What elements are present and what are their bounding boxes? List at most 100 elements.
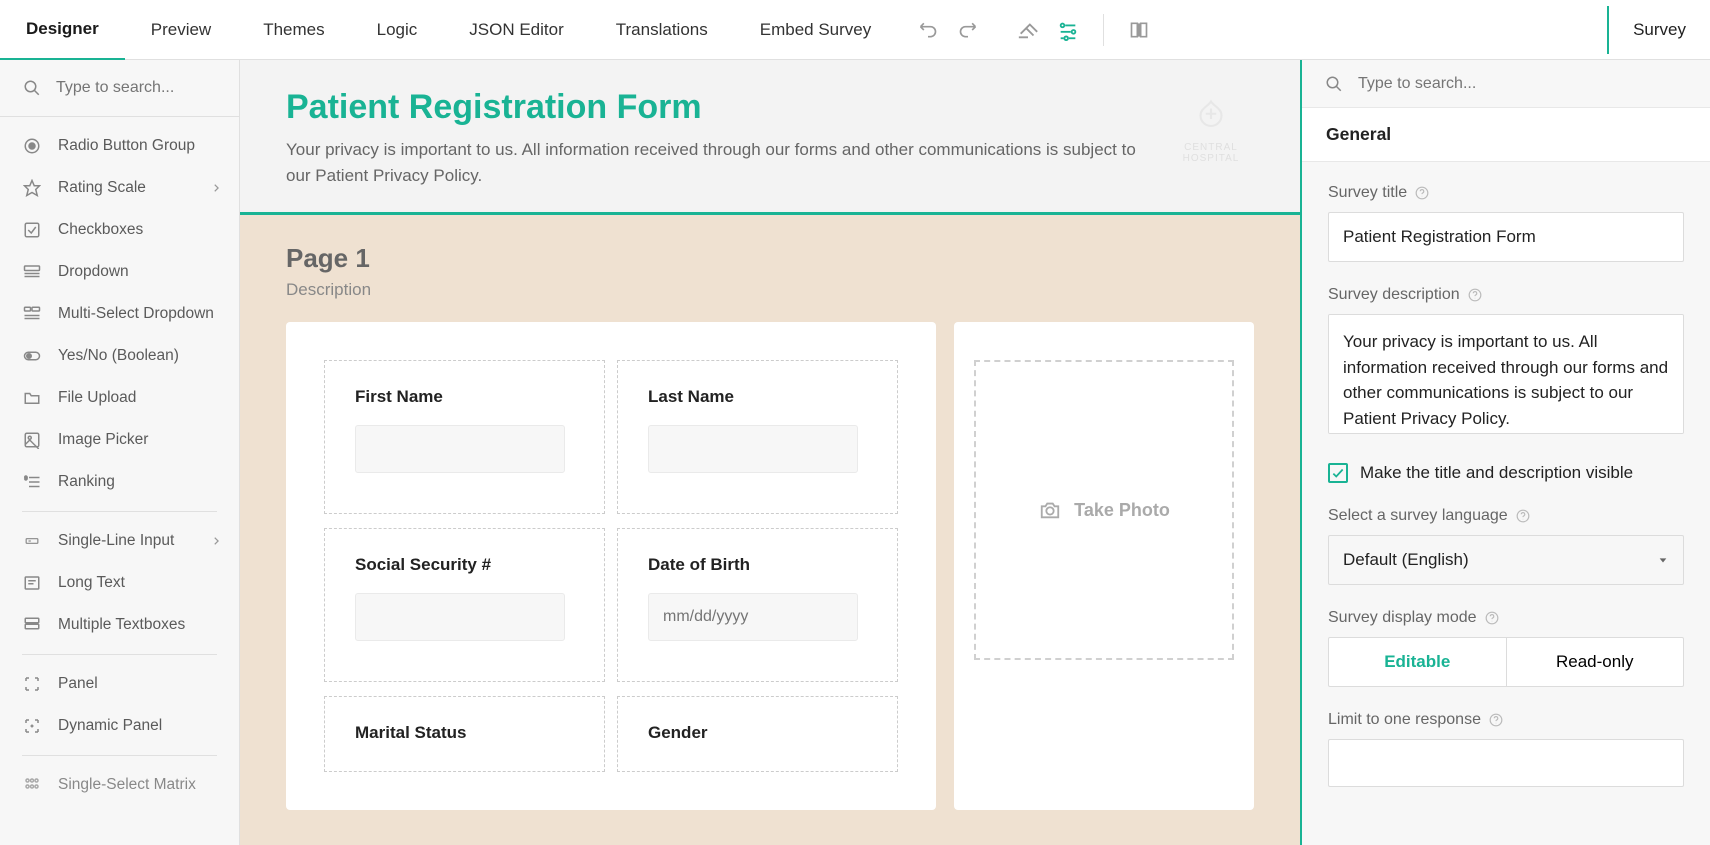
display-mode-toggle: Editable Read-only [1328, 637, 1684, 687]
properties-search-input[interactable] [1358, 75, 1688, 93]
editable-button[interactable]: Editable [1329, 638, 1506, 686]
toolbox-item-checkboxes[interactable]: Checkboxes [0, 209, 239, 251]
tab-themes[interactable]: Themes [237, 0, 350, 60]
redo-button[interactable] [957, 19, 979, 41]
ranking-icon: 9 [22, 472, 42, 492]
field-gender[interactable]: Gender [617, 696, 898, 772]
page-description[interactable]: Description [286, 280, 1254, 300]
toolbox-item-rating[interactable]: Rating Scale [0, 167, 239, 209]
visible-checkbox[interactable] [1328, 463, 1348, 483]
toolbox-item-multiple-textboxes[interactable]: Multiple Textboxes [0, 604, 239, 646]
form-description[interactable]: Your privacy is important to us. All inf… [286, 137, 1156, 188]
readonly-button[interactable]: Read-only [1506, 638, 1684, 686]
image-icon [22, 430, 42, 450]
settings-button[interactable] [1057, 19, 1079, 41]
tab-embed-survey[interactable]: Embed Survey [734, 0, 898, 60]
toolbox-item-dropdown[interactable]: Dropdown [0, 251, 239, 293]
form-header[interactable]: Patient Registration Form Your privacy i… [240, 60, 1300, 215]
toolbox-label: Image Picker [58, 431, 148, 449]
page-area: Page 1 Description First Name Last Name [240, 215, 1300, 845]
properties-search [1302, 60, 1710, 108]
toolbox-item-panel[interactable]: Panel [0, 663, 239, 705]
toolbox-label: Multi-Select Dropdown [58, 305, 214, 323]
field-marital-status[interactable]: Marital Status [324, 696, 605, 772]
undo-button[interactable] [917, 19, 939, 41]
chevron-right-icon [211, 535, 221, 547]
textarea-icon [22, 573, 42, 593]
toolbox-item-ranking[interactable]: 9 Ranking [0, 461, 239, 503]
multi-dropdown-icon [22, 304, 42, 324]
tab-preview[interactable]: Preview [125, 0, 237, 60]
top-toolbar: Designer Preview Themes Logic JSON Edito… [0, 0, 1710, 60]
properties-panel: General Survey title Survey description … [1300, 60, 1710, 845]
field-label: Marital Status [355, 723, 574, 743]
photo-label: Take Photo [1074, 500, 1170, 521]
toolbox-label: Radio Button Group [58, 137, 195, 155]
photo-card[interactable]: Take Photo [954, 322, 1254, 810]
limit-input[interactable] [1328, 739, 1684, 787]
survey-title-label: Survey title [1328, 184, 1684, 202]
top-icon-group [897, 14, 1170, 46]
toolbox-label: Dynamic Panel [58, 717, 162, 735]
ssn-input[interactable] [355, 593, 565, 641]
toolbox-item-radio[interactable]: Radio Button Group [0, 125, 239, 167]
toolbox-item-file-upload[interactable]: File Upload [0, 377, 239, 419]
tab-designer[interactable]: Designer [0, 0, 125, 60]
help-icon[interactable] [1485, 611, 1499, 625]
panel-icon [22, 674, 42, 694]
toolbox-item-single-line[interactable]: Single-Line Input [0, 520, 239, 562]
form-logo[interactable]: CENTRALHOSPITAL [1168, 88, 1254, 174]
dynamic-panel-icon [22, 716, 42, 736]
field-last-name[interactable]: Last Name [617, 360, 898, 514]
visible-checkbox-label: Make the title and description visible [1360, 463, 1633, 483]
toolbox-label: Yes/No (Boolean) [58, 347, 179, 365]
toolbox-label: File Upload [58, 389, 136, 407]
toggle-icon [22, 346, 42, 366]
library-button[interactable] [1128, 19, 1150, 41]
field-dob[interactable]: Date of Birth [617, 528, 898, 682]
toolbox-search-input[interactable] [56, 79, 240, 97]
survey-desc-input[interactable] [1328, 314, 1684, 434]
tab-translations[interactable]: Translations [590, 0, 734, 60]
clear-button[interactable] [1017, 19, 1039, 41]
photo-placeholder[interactable]: Take Photo [974, 360, 1234, 660]
tab-logic[interactable]: Logic [351, 0, 444, 60]
toolbox-item-dynamic-panel[interactable]: Dynamic Panel [0, 705, 239, 747]
toolbox-label: Dropdown [58, 263, 129, 281]
checkbox-icon [22, 220, 42, 240]
matrix-icon [22, 775, 42, 795]
help-icon[interactable] [1489, 713, 1503, 727]
panel-title: Survey [1607, 6, 1710, 54]
toolbox-item-single-matrix[interactable]: Single-Select Matrix [0, 764, 239, 806]
toolbox-label: Checkboxes [58, 221, 143, 239]
survey-title-input[interactable] [1328, 212, 1684, 262]
toolbox-item-image-picker[interactable]: Image Picker [0, 419, 239, 461]
page-title[interactable]: Page 1 [286, 243, 1254, 274]
multi-text-icon [22, 615, 42, 635]
toolbox-item-boolean[interactable]: Yes/No (Boolean) [0, 335, 239, 377]
tab-json-editor[interactable]: JSON Editor [443, 0, 589, 60]
properties-section-general[interactable]: General [1302, 108, 1710, 162]
field-label: Gender [648, 723, 867, 743]
visible-checkbox-row[interactable]: Make the title and description visible [1328, 463, 1684, 483]
help-icon[interactable] [1415, 186, 1429, 200]
star-icon [22, 178, 42, 198]
display-mode-label: Survey display mode [1328, 609, 1684, 627]
last-name-input[interactable] [648, 425, 858, 473]
help-icon[interactable] [1516, 509, 1530, 523]
first-name-input[interactable] [355, 425, 565, 473]
toolbox-divider [22, 511, 217, 512]
field-first-name[interactable]: First Name [324, 360, 605, 514]
toolbox: Radio Button Group Rating Scale Checkbox… [0, 60, 240, 845]
panel-card[interactable]: First Name Last Name Social Security # D… [286, 322, 936, 810]
toolbox-item-long-text[interactable]: Long Text [0, 562, 239, 604]
help-icon[interactable] [1468, 288, 1482, 302]
form-title[interactable]: Patient Registration Form [286, 88, 1254, 127]
toolbox-label: Ranking [58, 473, 115, 491]
language-select[interactable]: Default (English) [1328, 535, 1684, 585]
limit-label: Limit to one response [1328, 711, 1684, 729]
field-ssn[interactable]: Social Security # [324, 528, 605, 682]
toolbox-label: Single-Line Input [58, 532, 174, 550]
dob-input[interactable] [648, 593, 858, 641]
toolbox-item-multi-dropdown[interactable]: Multi-Select Dropdown [0, 293, 239, 335]
